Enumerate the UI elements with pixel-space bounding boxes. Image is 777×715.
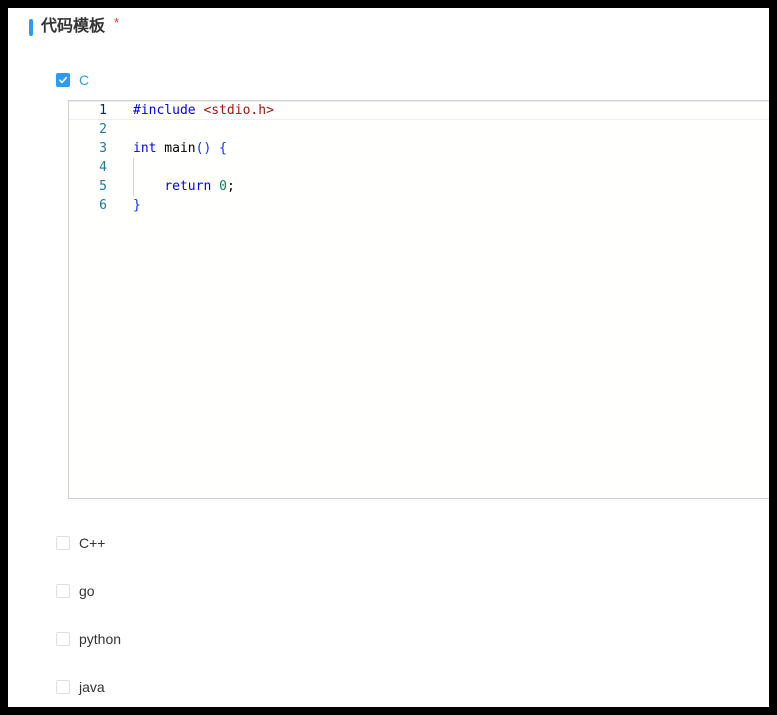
editor-line-5: 5 return 0; [69,177,769,196]
code-token-keyword: return [164,179,212,194]
code-editor[interactable]: 1 #include <stdio.h> 2 3 int main() { 4 … [68,100,769,499]
language-label-java[interactable]: java [79,679,105,695]
language-checkbox-go[interactable] [56,584,70,598]
required-mark: * [114,14,120,30]
code-token-header: <stdio.h> [203,103,274,118]
language-option-c[interactable]: C [56,70,89,90]
code-token-brace-open: { [211,141,227,156]
line-number: 6 [99,198,107,213]
code-token-directive: #include [133,103,196,118]
language-checkbox-c[interactable] [56,73,70,87]
language-option-go[interactable]: go [56,581,95,601]
title-accent-bar [29,18,33,36]
language-label-cpp[interactable]: C++ [79,535,105,551]
editor-line-2: 2 [69,120,769,139]
editor-line-6: 6 } [69,196,769,215]
line-number: 5 [99,179,107,194]
code-token-semicolon: ; [226,179,235,194]
language-label-c[interactable]: C [79,72,89,88]
editor-line-4: 4 [69,158,769,177]
line-number: 3 [99,141,107,156]
code-line: return 0; [133,179,235,194]
editor-line-3: 3 int main() { [69,139,769,158]
code-token-number: 0 [219,179,227,194]
code-token-parens: () [195,141,212,156]
line-number: 4 [99,160,107,175]
language-label-python[interactable]: python [79,631,121,647]
code-token-identifier: main [156,141,196,156]
code-line: int main() { [133,141,227,156]
line-number: 1 [99,103,107,118]
section-header: 代码模板 * [29,14,120,37]
code-token-keyword: int [133,141,157,156]
language-option-python[interactable]: python [56,629,121,649]
checkmark-icon [59,76,68,84]
language-option-java[interactable]: java [56,677,105,697]
section-title: 代码模板 [41,18,106,35]
language-checkbox-python[interactable] [56,632,70,646]
language-label-go[interactable]: go [79,583,95,599]
code-token-brace-close: } [133,198,141,213]
code-template-panel: 代码模板 * C 1 #include <stdio.h> 2 3 int ma… [8,8,769,707]
line-number: 2 [99,122,107,137]
code-line: } [133,198,141,213]
code-line: #include <stdio.h> [133,103,274,118]
language-checkbox-cpp[interactable] [56,536,70,550]
editor-line-1: 1 #include <stdio.h> [69,101,769,120]
language-option-cpp[interactable]: C++ [56,533,105,553]
language-checkbox-java[interactable] [56,680,70,694]
